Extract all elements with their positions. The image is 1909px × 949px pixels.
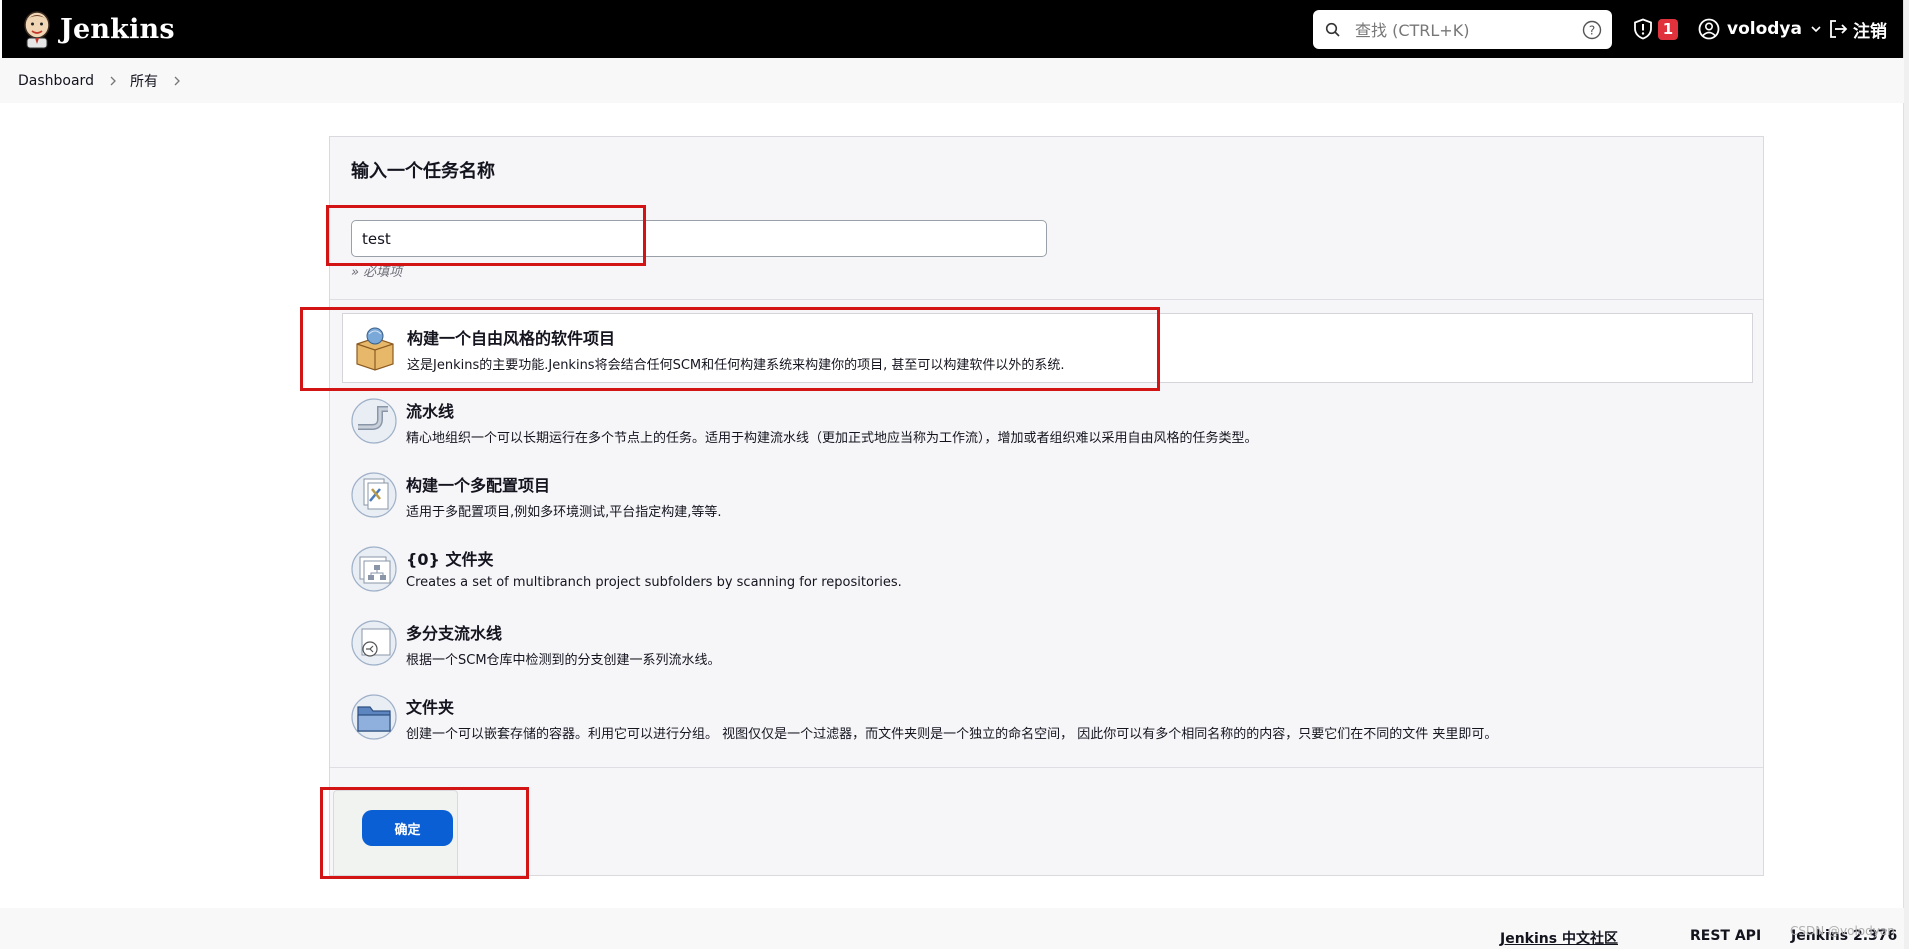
item-type-freestyle[interactable]: 构建一个自由风格的软件项目 这是Jenkins的主要功能.Jenkins将会结合… [342, 313, 1753, 383]
multibranch-pipeline-icon [351, 620, 397, 666]
jenkins-home-link[interactable]: Jenkins [20, 6, 175, 52]
pipeline-icon [351, 398, 397, 444]
item-name-input[interactable] [351, 220, 1047, 257]
page-footer: Jenkins 中文社区 REST API Jenkins 2.376 CSDN… [0, 908, 1904, 949]
ok-button[interactable]: 确定 [362, 810, 453, 846]
multi-config-icon [351, 472, 397, 518]
security-shield-icon[interactable] [1632, 18, 1654, 40]
user-name: volodya [1727, 19, 1802, 39]
user-menu[interactable]: volodya [1698, 17, 1822, 41]
jenkins-logo-icon [24, 11, 50, 49]
rest-api-link[interactable]: REST API [1690, 928, 1761, 944]
item-type-title: 文件夹 [406, 698, 455, 717]
item-type-title: 流水线 [406, 402, 455, 421]
item-type-title: {0} 文件夹 [406, 550, 494, 569]
breadcrumb-all[interactable]: 所有 [130, 71, 158, 91]
breadcrumb-chevron-icon[interactable] [108, 76, 118, 86]
item-type-multi-config[interactable]: 构建一个多配置项目 适用于多配置项目,例如多环境测试,平台指定构建,等等. [342, 461, 1753, 531]
jenkins-brand-name: Jenkins [60, 13, 175, 45]
security-alert-badge[interactable]: 1 [1658, 19, 1678, 40]
item-type-org-folder[interactable]: {0} 文件夹 Creates a set of multibranch pro… [342, 535, 1753, 605]
logout-link[interactable]: 注销 [1827, 17, 1887, 42]
svg-text:?: ? [1589, 24, 1595, 38]
item-name-heading: 输入一个任务名称 [351, 161, 495, 182]
community-link[interactable]: Jenkins 中文社区 [1500, 928, 1618, 948]
item-type-folder[interactable]: 文件夹 创建一个可以嵌套存储的容器。利用它可以进行分组。 视图仅仅是一个过滤器，… [342, 683, 1753, 753]
search-icon [1325, 22, 1340, 37]
new-item-form: 输入一个任务名称 » 必填项 构建一个自由风格的软件项目 这是Jenkins的主… [329, 136, 1764, 876]
divider [330, 767, 1763, 768]
item-type-description: Creates a set of multibranch project sub… [406, 575, 902, 590]
item-type-pipeline[interactable]: 流水线 精心地组织一个可以长期运行在多个节点上的任务。适用于构建流水线（更加正式… [342, 387, 1753, 457]
item-type-description: 精心地组织一个可以长期运行在多个节点上的任务。适用于构建流水线（更加正式地应当称… [406, 431, 1258, 446]
org-folder-icon [351, 546, 397, 592]
folder-icon [351, 694, 397, 740]
freestyle-box-icon [356, 327, 394, 371]
logout-icon [1830, 20, 1848, 38]
search-box[interactable]: ? [1313, 10, 1612, 49]
item-type-title: 构建一个多配置项目 [406, 476, 551, 495]
help-icon[interactable]: ? [1582, 20, 1602, 40]
item-type-multibranch-pipeline[interactable]: 多分支流水线 根据一个SCM仓库中检测到的分支创建一系列流水线。 [342, 609, 1753, 679]
divider [330, 299, 1763, 300]
item-type-description: 创建一个可以嵌套存储的容器。利用它可以进行分组。 视图仅仅是一个过滤器，而文件夹… [406, 727, 1498, 742]
logout-label: 注销 [1853, 21, 1887, 42]
chevron-down-icon [1811, 26, 1821, 33]
item-type-title: 多分支流水线 [406, 624, 503, 643]
top-header: Jenkins ? 1 volodya [0, 0, 1906, 58]
page-scrollbar[interactable] [1903, 0, 1909, 949]
breadcrumb-dashboard[interactable]: Dashboard [18, 73, 94, 89]
breadcrumb: Dashboard 所有 [0, 58, 1904, 103]
item-type-title: 构建一个自由风格的软件项目 [407, 329, 616, 348]
item-type-description: 适用于多配置项目,例如多环境测试,平台指定构建,等等. [406, 505, 722, 520]
item-type-description: 这是Jenkins的主要功能.Jenkins将会结合任何SCM和任何构建系统来构… [407, 358, 1065, 373]
watermark-text: CSDN @volodyan [1790, 924, 1895, 938]
required-hint: » 必填项 [351, 265, 403, 280]
user-avatar-icon [1698, 18, 1720, 40]
submit-bar: 确定 [333, 790, 458, 876]
breadcrumb-chevron-icon[interactable] [172, 76, 182, 86]
search-input[interactable] [1353, 18, 1567, 42]
item-type-description: 根据一个SCM仓库中检测到的分支创建一系列流水线。 [406, 653, 721, 668]
